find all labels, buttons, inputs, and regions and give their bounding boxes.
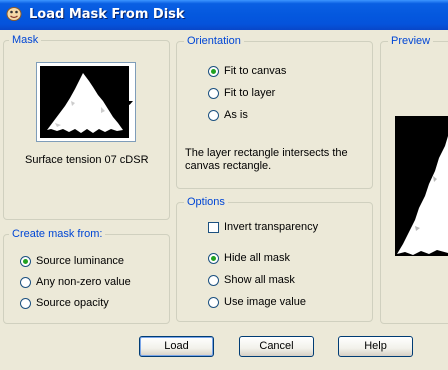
checkbox-label: Invert transparency xyxy=(224,221,319,233)
radio-label: Hide all mask xyxy=(224,252,291,264)
load-button[interactable]: Load xyxy=(139,336,214,357)
preview-group-label: Preview xyxy=(388,35,434,47)
radio-indicator xyxy=(208,109,219,121)
radio-indicator xyxy=(208,87,219,99)
title-bar[interactable]: Load Mask From Disk xyxy=(0,0,448,30)
mask-thumbnail-dropdown[interactable] xyxy=(36,62,136,142)
radio-use-image-value[interactable]: Use image value xyxy=(208,296,306,308)
orientation-description: The layer rectangle intersects the canva… xyxy=(185,147,348,172)
radio-label: Source luminance xyxy=(36,255,125,267)
radio-fit-to-layer[interactable]: Fit to layer xyxy=(208,87,275,99)
window-title: Load Mask From Disk xyxy=(29,7,185,22)
radio-label: Use image value xyxy=(224,296,306,308)
radio-label: Source opacity xyxy=(36,297,109,309)
radio-source-luminance[interactable]: Source luminance xyxy=(20,255,124,267)
radio-label: Any non-zero value xyxy=(36,276,131,288)
radio-as-is[interactable]: As is xyxy=(208,109,248,121)
white-triangle-mask-thumbnail xyxy=(40,66,129,138)
radio-selected-indicator xyxy=(208,252,219,264)
preview-image xyxy=(395,116,448,256)
options-group-label: Options xyxy=(184,196,228,208)
radio-label: Fit to canvas xyxy=(224,65,287,77)
radio-indicator xyxy=(20,276,31,288)
radio-show-all-mask[interactable]: Show all mask xyxy=(208,274,295,286)
radio-source-opacity[interactable]: Source opacity xyxy=(20,297,109,309)
radio-indicator xyxy=(208,274,219,286)
create-mask-from-label: Create mask from: xyxy=(9,228,106,240)
radio-label: Show all mask xyxy=(224,274,295,286)
orientation-group-label: Orientation xyxy=(184,35,244,47)
radio-fit-to-canvas[interactable]: Fit to canvas xyxy=(208,65,286,77)
radio-any-non-zero-value[interactable]: Any non-zero value xyxy=(20,276,131,288)
radio-hide-all-mask[interactable]: Hide all mask xyxy=(208,252,290,264)
radio-selected-indicator xyxy=(20,255,31,267)
mask-group-label: Mask xyxy=(9,34,42,46)
radio-label: Fit to layer xyxy=(224,87,276,99)
cancel-button[interactable]: Cancel xyxy=(239,336,314,357)
radio-selected-indicator xyxy=(208,65,219,77)
checkbox-invert-transparency[interactable]: Invert transparency xyxy=(208,221,318,233)
paint-shop-pro-icon xyxy=(6,7,22,21)
checkbox-indicator xyxy=(208,221,219,233)
radio-indicator xyxy=(208,296,219,308)
radio-indicator xyxy=(20,297,31,309)
chevron-down-icon[interactable] xyxy=(126,100,134,106)
radio-label: As is xyxy=(224,109,248,121)
selected-mask-name: Surface tension 07 cDSR xyxy=(25,154,149,166)
help-button[interactable]: Help xyxy=(338,336,413,357)
